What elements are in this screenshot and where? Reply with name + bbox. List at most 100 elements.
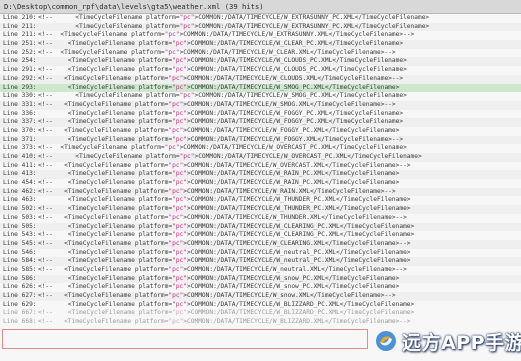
line-number: Line 210: — [3, 14, 37, 21]
code-text: <TimeCycleFilename platform="pc">COMMON:… — [38, 57, 407, 66]
code-text: <!-- <TimeCycleFilename platform="pc">CO… — [38, 14, 429, 23]
swirl-logo-icon — [376, 331, 396, 351]
watermark-text: 远方APP手游网 — [402, 331, 521, 354]
code-suffix: >COMMON:/DATA/TIMECYCLE/W_BLIZZARD.XML</… — [183, 318, 411, 326]
code-suffix: >COMMON:/DATA/TIMECYCLE/W_RAIN_PC.XML</T… — [187, 170, 400, 178]
code-text: <TimeCycleFilename platform="pc">COMMON:… — [38, 196, 411, 205]
code-prefix: <!-- <TimeCycleFilename platform= — [38, 309, 173, 317]
result-row[interactable]: Line 546: <TimeCycleFilename platform="p… — [0, 249, 521, 258]
result-row[interactable]: Line 211: <TimeCycleFilename platform="p… — [0, 22, 521, 32]
attribute-value: "pc" — [179, 153, 195, 160]
code-prefix: <!-- <TimeCycleFilename platform= — [38, 283, 173, 291]
code-suffix: >COMMON:/DATA/TIMECYCLE/W_neutral.XML</T… — [183, 265, 407, 273]
result-row[interactable]: Line 585: <!-- <TimeCycleFilename platfor… — [0, 266, 521, 275]
result-row[interactable]: Line 668: <!-- <TimeCycleFilename platfor… — [0, 318, 521, 327]
attribute-value: "pc" — [172, 109, 188, 117]
result-row[interactable]: Line 463: <TimeCycleFilename platform="p… — [0, 196, 521, 205]
result-row[interactable]: Line 454: <!-- <TimeCycleFilename platfor… — [0, 179, 521, 188]
line-number: Line 584: — [3, 257, 37, 265]
code-prefix: <TimeCycleFilename platform= — [38, 83, 173, 91]
result-row[interactable]: Line 373: <!-- <TimeCycleFilename platfor… — [0, 144, 521, 153]
code-suffix: >COMMON:/DATA/TIMECYCLE/W_FOGGY_PC.XML</… — [187, 118, 404, 126]
code-prefix: <TimeCycleFilename platform= — [38, 196, 173, 204]
code-text: <!-- <TimeCycleFilename platform="pc">CO… — [38, 127, 399, 136]
code-text: <!-- <TimeCycleFilename platform="pc">CO… — [38, 101, 396, 110]
result-row[interactable]: Line 584: <!-- <TimeCycleFilename platfor… — [0, 257, 521, 266]
result-row[interactable]: Line 254: <TimeCycleFilename platform="p… — [0, 57, 521, 67]
result-row[interactable]: Line 370: <!-- <TimeCycleFilename platfor… — [0, 127, 521, 136]
result-row[interactable]: Line 626: <!-- <TimeCycleFilename platfor… — [0, 283, 521, 292]
result-row[interactable]: Line 503: <!-- <TimeCycleFilename platfor… — [0, 214, 521, 223]
line-number: Line 330: — [3, 92, 37, 100]
attribute-value: "pc" — [179, 22, 195, 30]
result-row[interactable]: Line 413: <TimeCycleFilename platform="p… — [0, 170, 521, 180]
result-row[interactable]: Line 586: <TimeCycleFilename platform="p… — [0, 274, 521, 284]
code-prefix: <TimeCycleFilename platform= — [38, 22, 180, 30]
search-results-list[interactable]: Line 210: <!-- <TimeCycleFilename platfor… — [0, 14, 521, 361]
code-text: <!-- <TimeCycleFilename platform="pc">CO… — [38, 31, 414, 40]
result-row[interactable]: Line 210: <!-- <TimeCycleFilename platfor… — [0, 14, 521, 23]
result-row[interactable]: Line 293: <TimeCycleFilename platform="p… — [0, 83, 521, 93]
code-text: <TimeCycleFilename platform="pc">COMMON:… — [38, 274, 400, 284]
result-row[interactable]: Line 336: <TimeCycleFilename platform="p… — [0, 110, 521, 119]
attribute-value: "pc" — [172, 274, 188, 282]
attribute-value: "pc" — [164, 31, 180, 39]
result-row[interactable]: Line 410: <!-- <TimeCycleFilename platfor… — [0, 153, 521, 162]
code-suffix: >COMMON:/DATA/TIMECYCLE/W_snow_PC.XML</T… — [187, 283, 400, 291]
code-suffix: >COMMON:/DATA/TIMECYCLE/W_FOGGY_PC.XML</… — [183, 126, 400, 134]
code-prefix: <TimeCycleFilename platform= — [38, 170, 173, 178]
code-text: <!-- <TimeCycleFilename platform="pc">CO… — [38, 162, 411, 171]
result-row[interactable]: Line 371: <TimeCycleFilename platform="p… — [0, 135, 521, 145]
result-row[interactable]: Line 337: <!-- <TimeCycleFilename platfor… — [0, 118, 521, 127]
code-suffix: >COMMON:/DATA/TIMECYCLE/W_OVERCAST_PC.XM… — [179, 144, 407, 152]
code-prefix: <!-- <TimeCycleFilename platform= — [38, 213, 169, 221]
result-row[interactable]: Line 330: <!-- <TimeCycleFilename platfor… — [0, 92, 521, 101]
attribute-value: "pc" — [172, 40, 188, 48]
code-text: <!-- <TimeCycleFilename platform="pc">CO… — [38, 188, 396, 197]
code-text: <!-- <TimeCycleFilename platform="pc">CO… — [38, 231, 414, 240]
code-prefix: <!-- <TimeCycleFilename platform= — [38, 153, 180, 160]
result-row[interactable]: Line 251: <!-- <TimeCycleFilename platfor… — [0, 40, 521, 49]
code-text: <!-- <TimeCycleFilename platform="pc">CO… — [38, 283, 399, 292]
attribute-value: "pc" — [172, 135, 188, 143]
line-number: Line 413: — [3, 170, 37, 178]
result-row[interactable]: Line 291: <!-- <TimeCycleFilename platfor… — [0, 66, 521, 75]
line-number: Line 627: — [3, 292, 37, 299]
result-row[interactable]: Line 667: <!-- <TimeCycleFilename platfor… — [0, 309, 521, 318]
result-row[interactable]: Line 411: <!-- <TimeCycleFilename platfor… — [0, 162, 521, 171]
code-text: <!-- <TimeCycleFilename platform="pc">CO… — [38, 205, 411, 214]
attribute-value: "pc" — [168, 213, 184, 221]
code-prefix: <!-- <TimeCycleFilename platform= — [38, 14, 180, 21]
code-prefix: <!-- <TimeCycleFilename platform= — [38, 40, 173, 48]
code-suffix: >COMMON:/DATA/TIMECYCLE/W_CLOUDS_PC.XML<… — [187, 57, 407, 65]
line-number: Line 585: — [3, 265, 37, 273]
result-row[interactable]: Line 292: <!-- <TimeCycleFilename platfor… — [0, 74, 521, 84]
result-row[interactable]: Line 252: <!-- <TimeCycleFilename platfor… — [0, 49, 521, 58]
code-suffix: >COMMON:/DATA/TIMECYCLE/W_SMOG.XML</Time… — [183, 100, 396, 108]
result-row[interactable]: Line 627: <!-- <TimeCycleFilename platfor… — [0, 292, 521, 301]
result-row[interactable]: Line 629: <TimeCycleFilename platform="p… — [0, 301, 521, 310]
code-suffix: >COMMON:/DATA/TIMECYCLE/W_neutral_PC.XML… — [187, 248, 411, 256]
code-prefix: <!-- <TimeCycleFilename platform= — [38, 318, 169, 326]
attribute-value: "pc" — [172, 179, 188, 187]
attribute-value: "pc" — [172, 57, 188, 65]
code-suffix: >COMMON:/DATA/TIMECYCLE/W_CLEARING.XML</… — [183, 239, 411, 247]
code-suffix: >COMMON:/DATA/TIMECYCLE/W_THUNDER.XML</T… — [183, 213, 407, 221]
code-prefix: <!-- <TimeCycleFilename platform= — [38, 92, 180, 100]
result-row[interactable]: Line 545: <!-- <TimeCycleFilename platfor… — [0, 239, 521, 249]
line-number: Line 668: — [3, 318, 37, 326]
code-suffix: >COMMON:/DATA/TIMECYCLE/W_SMOG_PC.XML</T… — [187, 83, 400, 91]
result-row[interactable]: Line 505: <TimeCycleFilename platform="p… — [0, 222, 521, 232]
result-row[interactable]: Line 331: <!-- <TimeCycleFilename platfor… — [0, 100, 521, 110]
result-row[interactable]: Line 462: <!-- <TimeCycleFilename platfor… — [0, 187, 521, 197]
code-text: <!-- <TimeCycleFilename platform="pc">CO… — [38, 118, 403, 127]
result-row[interactable]: Line 211: <!-- <TimeCycleFilename platfor… — [0, 31, 521, 40]
result-row[interactable]: Line 543: <!-- <TimeCycleFilename platfor… — [0, 231, 521, 240]
result-row[interactable]: Line 502: <!-- <TimeCycleFilename platfor… — [0, 205, 521, 214]
line-number: Line 463: — [3, 196, 37, 204]
code-suffix: >COMMON:/DATA/TIMECYCLE/W_RAIN.XML</Time… — [183, 187, 396, 195]
attribute-value: "pc" — [172, 231, 188, 239]
attribute-value: "pc" — [168, 318, 184, 326]
code-suffix: >COMMON:/DATA/TIMECYCLE/W_CLEARING_PC.XM… — [187, 222, 415, 230]
line-number: Line 503: — [3, 213, 37, 221]
